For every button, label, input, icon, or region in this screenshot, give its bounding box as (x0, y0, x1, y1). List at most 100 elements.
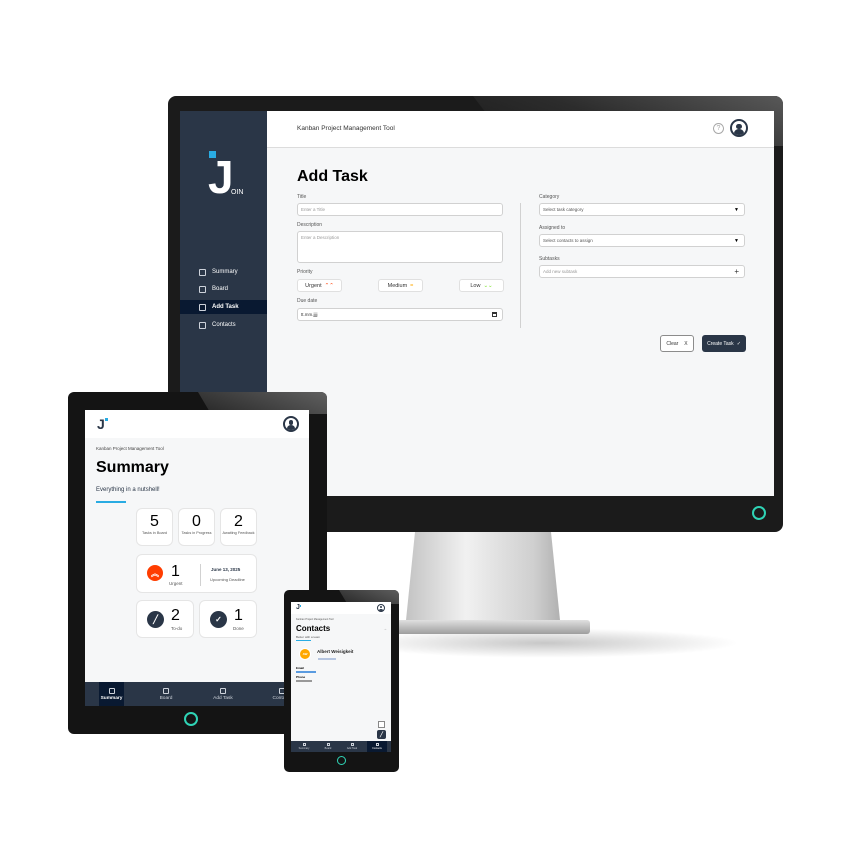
deadline-label: Upcoming Deadline (210, 577, 245, 582)
tile-label: Tasks in Board (142, 531, 167, 535)
tile-count: 1 (234, 607, 243, 624)
join-logo[interactable]: J OIN (202, 151, 252, 211)
title-label: Title (297, 194, 307, 200)
deadline-date: June 13, 2025 (211, 567, 241, 572)
priority-low-button[interactable]: Low ⌄⌄ (459, 279, 504, 292)
nav-board[interactable]: Board (319, 741, 337, 752)
join-logo[interactable]: J (97, 416, 108, 432)
page-subtitle: Better with a team (296, 635, 321, 639)
create-label: Create Task (707, 340, 734, 347)
nav-add-task[interactable]: Add Task (343, 741, 361, 752)
tablet-header: J (85, 410, 309, 438)
clear-label: Clear (666, 340, 679, 347)
monitor-power-icon[interactable] (752, 506, 766, 520)
page-title: Summary (96, 459, 169, 476)
monitor-stand-base (390, 620, 590, 634)
sidebar-item-label: Add Task (212, 304, 239, 310)
bottom-nav: Summary Board Add Task Contacts (85, 682, 309, 706)
page-subtitle: Everything in a nutshell! (96, 487, 160, 493)
logo-letter: J (208, 151, 234, 203)
user-avatar-icon[interactable] (730, 119, 748, 137)
sidebar-item-summary[interactable]: Summary (180, 265, 267, 279)
tile-label: Done (233, 626, 244, 631)
due-date-label: Due date (297, 298, 318, 304)
header-title: Kanban Project Management Tool (96, 446, 164, 451)
tile-done[interactable]: ✓ 1 Done (199, 600, 257, 638)
sidebar-item-board[interactable]: Board (180, 282, 267, 296)
tile-todo[interactable]: ╱ 2 To-do (136, 600, 194, 638)
priority-label-text: Low (470, 282, 481, 289)
close-icon: X (684, 340, 688, 347)
assigned-select[interactable]: Select contacts to assign ▼ (539, 234, 745, 247)
tile-count: 0 (192, 513, 201, 530)
nav-summary[interactable]: Summary (99, 682, 124, 706)
nav-label: Board (159, 695, 173, 701)
contact-email-link[interactable] (296, 671, 316, 673)
category-placeholder: Select task category (543, 207, 584, 212)
add-task-icon (350, 743, 354, 746)
contact-avatar: AW (299, 648, 311, 660)
more-options-icon[interactable] (378, 721, 385, 728)
join-logo[interactable]: J (296, 604, 302, 611)
medium-icon: = (410, 282, 414, 289)
nav-summary[interactable]: Summary (295, 741, 313, 752)
nav-board[interactable]: Board (152, 682, 180, 706)
back-arrow-icon[interactable]: → (383, 626, 387, 631)
contact-phone-value (296, 680, 312, 682)
assigned-placeholder: Select contacts to assign (543, 238, 593, 243)
tile-count: 1 (171, 563, 180, 580)
nav-add-task[interactable]: Add Task (209, 682, 237, 706)
contacts-icon (375, 743, 379, 746)
tile-tasks-in-board[interactable]: 5 Tasks in Board (136, 508, 173, 546)
tile-count: 2 (171, 607, 180, 624)
subtitle-underline (296, 640, 311, 641)
category-select[interactable]: Select task category ▼ (539, 203, 745, 216)
create-task-button[interactable]: Create Task ✓ (702, 335, 746, 352)
title-placeholder: Enter a Title (301, 207, 326, 212)
add-task-icon (220, 687, 226, 694)
tablet-power-icon[interactable] (184, 712, 198, 726)
add-subtask-icon[interactable]: + (734, 267, 739, 276)
user-avatar-icon[interactable] (377, 604, 385, 612)
tile-awaiting-feedback[interactable]: 2 Awaiting Feedback (220, 508, 257, 546)
check-icon: ✓ (736, 340, 741, 347)
priority-medium-button[interactable]: Medium = (378, 279, 423, 292)
check-icon: ✓ (210, 611, 227, 628)
tile-count: 2 (234, 513, 243, 530)
sidebar-item-add-task[interactable]: Add Task (180, 300, 267, 314)
header-title: Kanban Project Management Tool (297, 125, 395, 132)
title-input[interactable]: Enter a Title (297, 203, 503, 216)
nav-contacts[interactable]: Contacts (367, 741, 387, 752)
edit-link[interactable] (318, 658, 336, 660)
phone-screen: J Kanban Project Management Tool Contact… (291, 602, 391, 752)
caret-down-icon: ▼ (734, 206, 739, 213)
nav-label: Summary (100, 695, 123, 701)
summary-icon (108, 687, 115, 694)
tile-label: To-do (171, 626, 183, 631)
tablet-screen: J Kanban Project Management Tool Summary… (85, 410, 309, 706)
subtask-input[interactable]: Add new subtask + (539, 265, 745, 278)
due-date-input[interactable]: tt.mm.jjjj (297, 308, 503, 321)
tile-urgent[interactable]: ︽ 1 Urgent June 13, 2025 Upcoming Deadli… (136, 554, 257, 593)
priority-label-text: Urgent (305, 282, 322, 289)
header-title: Kanban Project Management Tool (296, 618, 334, 621)
user-avatar-icon[interactable] (283, 416, 299, 432)
device-mockup-stage: J OIN Summary Board Add Task Contacts Ka… (0, 0, 850, 850)
due-date-placeholder: tt.mm.jjjj (301, 312, 318, 317)
description-textarea[interactable]: Enter a Description (297, 231, 503, 263)
nav-label: Contacts (372, 747, 382, 750)
tile-label: Tasks in Progress (181, 531, 212, 535)
subtask-placeholder: Add new subtask (543, 269, 578, 274)
add-task-main: Add Task Title Enter a Title Description… (267, 148, 774, 496)
priority-urgent-button[interactable]: Urgent ⌃⌃ (297, 279, 342, 292)
edit-contact-icon[interactable]: ╱ (377, 730, 386, 739)
phone-power-icon[interactable] (337, 756, 346, 765)
priority-label: Priority (297, 269, 313, 275)
board-icon (163, 687, 169, 694)
logo-suffix: OIN (231, 189, 244, 196)
monitor-stand-neck (404, 532, 562, 632)
sidebar-item-contacts[interactable]: Contacts (180, 318, 267, 332)
help-icon[interactable]: ? (713, 123, 724, 134)
clear-button[interactable]: Clear X (660, 335, 694, 352)
tile-tasks-in-progress[interactable]: 0 Tasks in Progress (178, 508, 215, 546)
